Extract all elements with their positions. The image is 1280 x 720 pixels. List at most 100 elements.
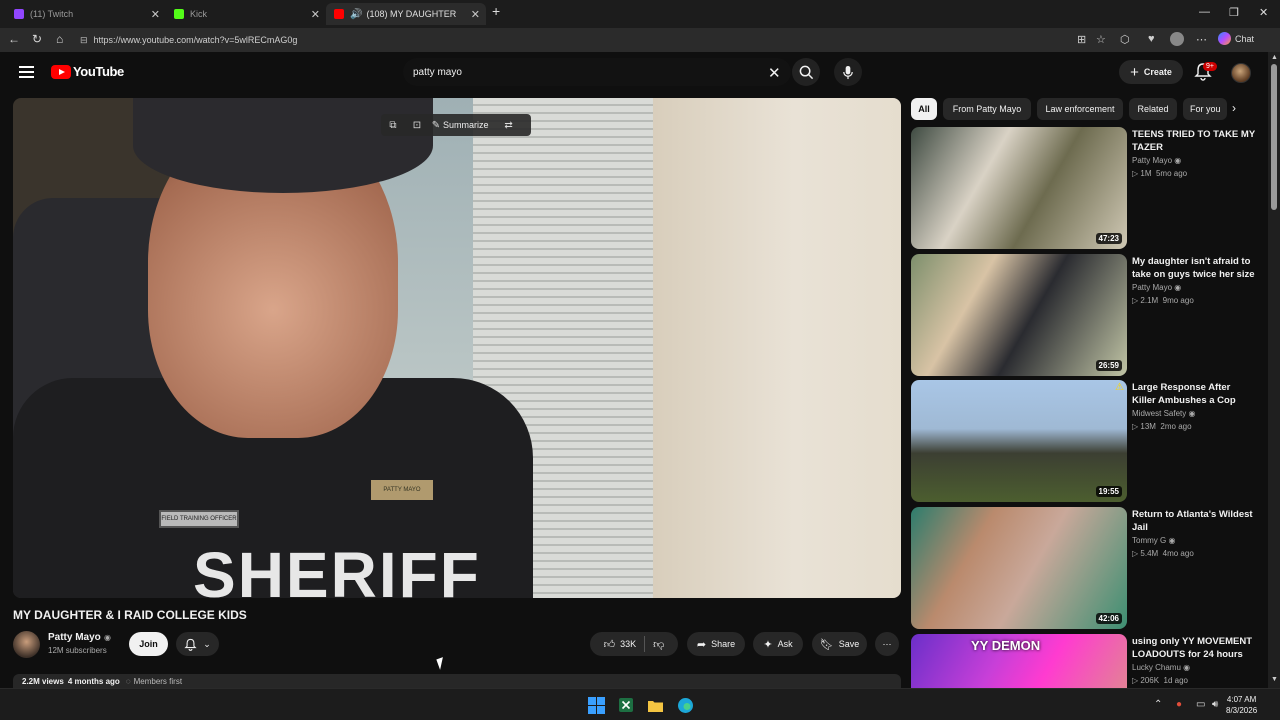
recommendation-item[interactable]: 47:23 TEENS TRIED TO TAKE MY TAZER Patty… bbox=[911, 127, 1263, 249]
voice-search-button[interactable] bbox=[834, 58, 862, 86]
back-icon[interactable]: ← bbox=[8, 32, 20, 46]
chip-for-you[interactable]: For you bbox=[1183, 98, 1227, 120]
view-count: 2.2M views bbox=[22, 676, 64, 686]
create-button[interactable]: + Create bbox=[1119, 60, 1183, 84]
tab-twitch[interactable]: (11) Twitch ✕ bbox=[6, 3, 166, 25]
chevron-right-icon[interactable]: › bbox=[1232, 101, 1236, 115]
scrollbar-thumb[interactable] bbox=[1271, 64, 1277, 210]
excel-app[interactable] bbox=[617, 696, 635, 714]
recommendation-channel[interactable]: Lucky Chamu ◉ bbox=[1132, 663, 1190, 672]
chip-related[interactable]: Related bbox=[1129, 98, 1177, 120]
share-button[interactable]: ➦ Share bbox=[687, 632, 745, 656]
recommendation-meta: ▷ 206K 1d ago bbox=[1132, 676, 1188, 685]
youtube-header: YouTube patty mayo ✕ + Create bbox=[0, 52, 1268, 96]
sparkle-icon: ✦ bbox=[763, 638, 773, 651]
favorite-star-icon[interactable]: ☆ bbox=[1096, 33, 1106, 46]
start-button[interactable] bbox=[587, 696, 605, 714]
scroll-down-icon[interactable]: ▼ bbox=[1271, 676, 1278, 683]
recommendation-item[interactable]: 26:59 My daughter isn't afraid to take o… bbox=[911, 254, 1263, 376]
recommendation-title[interactable]: Return to Atlanta's Wildest Jail bbox=[1132, 508, 1256, 534]
close-icon[interactable]: ✕ bbox=[471, 8, 480, 21]
channel-name[interactable]: Patty Mayo bbox=[48, 632, 101, 643]
video-player[interactable]: FIELD TRAINING OFFICER PATTY MAYO SHERIF… bbox=[13, 98, 901, 598]
recommendation-item[interactable]: 42:06 Return to Atlanta's Wildest Jail T… bbox=[911, 507, 1263, 629]
refresh-icon[interactable]: ↻ bbox=[32, 32, 42, 46]
video-thumbnail[interactable]: YY DEMON bbox=[911, 634, 1127, 688]
profile-avatar[interactable] bbox=[1170, 32, 1184, 46]
tab-kick[interactable]: Kick ✕ bbox=[166, 3, 326, 25]
summarize-button[interactable]: Summarize bbox=[443, 120, 489, 130]
ask-button[interactable]: ✦ Ask bbox=[753, 632, 803, 656]
youtube-logo[interactable]: YouTube bbox=[51, 64, 124, 79]
restore-icon[interactable]: ❐ bbox=[1229, 6, 1239, 19]
recommendation-title[interactable]: using only YY MOVEMENT LOADOUTS for 24 h… bbox=[1132, 635, 1256, 661]
upload-age: 4 months ago bbox=[67, 676, 120, 686]
recommendation-channel[interactable]: Patty Mayo ◉ bbox=[1132, 156, 1181, 165]
picture-in-picture-icon[interactable]: ⧉ bbox=[381, 120, 405, 131]
scroll-up-icon[interactable]: ▲ bbox=[1271, 54, 1278, 61]
recommendation-title[interactable]: TEENS TRIED TO TAKE MY TAZER bbox=[1132, 128, 1256, 154]
search-button[interactable] bbox=[792, 58, 820, 86]
volume-icon[interactable]: 🔊︎ bbox=[1212, 699, 1218, 710]
like-icon[interactable]: 👍︎ bbox=[604, 638, 616, 651]
video-thumbnail[interactable]: 42:06 bbox=[911, 507, 1127, 629]
network-icon[interactable]: ▭ bbox=[1196, 699, 1205, 710]
app-install-icon[interactable]: ⊞ bbox=[1077, 33, 1086, 46]
home-icon[interactable]: ⌂ bbox=[56, 32, 63, 46]
youtube-icon bbox=[334, 9, 344, 19]
video-thumbnail[interactable]: 47:23 bbox=[911, 127, 1127, 249]
chip-all[interactable]: All bbox=[911, 98, 937, 120]
minimize-icon[interactable]: — bbox=[1199, 6, 1210, 18]
edge-app[interactable] bbox=[676, 696, 694, 714]
show-hidden-icons-icon[interactable]: ⌃ bbox=[1154, 699, 1162, 710]
more-options-icon[interactable]: ⋯ bbox=[1196, 33, 1207, 46]
play-icon: ▷ bbox=[1132, 549, 1139, 558]
speaker-icon[interactable]: 🔊 bbox=[350, 9, 362, 20]
channel-avatar[interactable] bbox=[13, 631, 40, 658]
save-button[interactable]: 🔖︎ Save bbox=[812, 632, 867, 656]
close-icon[interactable]: ✕ bbox=[311, 8, 320, 21]
close-icon[interactable]: ✕ bbox=[151, 8, 160, 21]
recommendation-title[interactable]: My daughter isn't afraid to take on guys… bbox=[1132, 255, 1256, 281]
video-thumbnail[interactable]: 26:59 bbox=[911, 254, 1127, 376]
join-button[interactable]: Join bbox=[129, 632, 168, 656]
subscription-bell-button[interactable]: ⌄ bbox=[176, 632, 219, 656]
browser-essentials-icon[interactable]: ♥ bbox=[1148, 33, 1155, 45]
extensions-icon[interactable]: ⬡ bbox=[1120, 33, 1130, 46]
recommendation-meta: ▷ 2.1M 9mo ago bbox=[1132, 296, 1194, 305]
file-explorer-app[interactable] bbox=[646, 696, 664, 714]
video-thumbnail[interactable]: ⚠ 19:55 bbox=[911, 380, 1127, 502]
more-actions-button[interactable]: ⋯ bbox=[875, 632, 899, 656]
hamburger-menu-icon[interactable] bbox=[19, 66, 34, 78]
recommendation-channel[interactable]: Patty Mayo ◉ bbox=[1132, 283, 1181, 292]
window-close-icon[interactable]: ✕ bbox=[1259, 6, 1268, 19]
site-info-icon[interactable]: ⊟ bbox=[80, 35, 88, 46]
clear-search-icon[interactable]: ✕ bbox=[768, 64, 781, 82]
microphone-in-use-icon[interactable]: ● bbox=[1176, 699, 1182, 710]
system-clock[interactable]: 4:07 AM 8/3/2026 bbox=[1226, 694, 1257, 716]
recommendation-channel[interactable]: Tommy G ◉ bbox=[1132, 536, 1175, 545]
visual-search-icon[interactable]: ⊡ bbox=[405, 120, 429, 131]
tab-youtube[interactable]: 🔊 (108) MY DAUGHTER & I RAI ✕ bbox=[326, 3, 486, 25]
account-avatar[interactable] bbox=[1231, 63, 1251, 83]
search-value: patty mayo bbox=[413, 66, 462, 78]
verified-icon: ◉ bbox=[1183, 663, 1191, 672]
recommendation-item[interactable]: YY DEMON using only YY MOVEMENT LOADOUTS… bbox=[911, 634, 1263, 688]
dislike-icon[interactable]: 👎︎ bbox=[653, 638, 664, 651]
recommendation-item[interactable]: ⚠ 19:55 Large Response After Killer Ambu… bbox=[911, 380, 1263, 502]
like-count[interactable]: 33K bbox=[620, 639, 636, 649]
recommendation-title[interactable]: Large Response After Killer Ambushes a C… bbox=[1132, 381, 1256, 407]
recommendation-meta: ▷ 1M 5mo ago bbox=[1132, 169, 1188, 178]
verified-icon: ◉ bbox=[1174, 156, 1182, 165]
search-input[interactable]: patty mayo bbox=[403, 58, 791, 86]
new-tab-icon[interactable]: + bbox=[492, 3, 500, 19]
scene-sheriff-text: SHERIFF bbox=[193, 539, 481, 598]
copilot-chat-button[interactable]: Chat bbox=[1218, 32, 1254, 45]
url-field[interactable]: ⊟ https://www.youtube.com/watch?v=5wlREC… bbox=[80, 31, 1080, 49]
recommendation-channel[interactable]: Midwest Safety ◉ bbox=[1132, 409, 1195, 418]
page-scrollbar[interactable]: ▲ ▼ bbox=[1268, 52, 1280, 688]
translate-icon[interactable]: ⇄ bbox=[497, 120, 521, 131]
chip-law-enforcement[interactable]: Law enforcement bbox=[1037, 98, 1123, 120]
description-bar[interactable]: 2.2M views 4 months ago ◌ Members first bbox=[13, 674, 901, 688]
chip-from-patty-mayo[interactable]: From Patty Mayo bbox=[943, 98, 1031, 120]
